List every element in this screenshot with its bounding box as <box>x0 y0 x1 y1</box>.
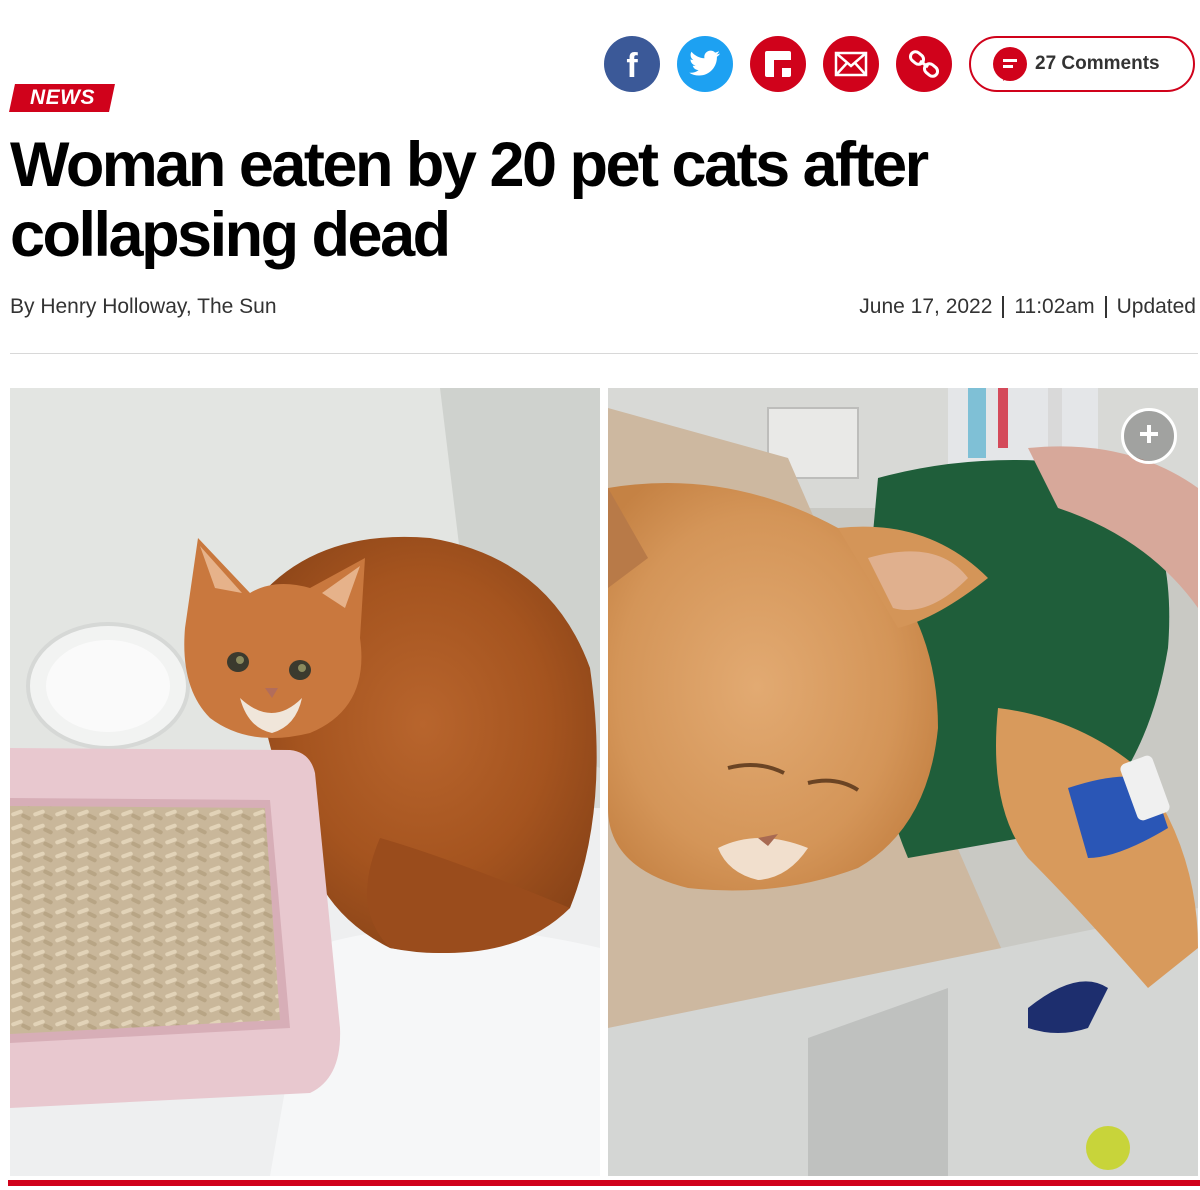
section-tag-label: NEWS <box>29 86 95 109</box>
flipboard-icon <box>763 49 793 79</box>
article-photo-cat-litter-box[interactable] <box>10 388 600 1176</box>
headline-line-2: collapsing dead <box>10 200 451 270</box>
share-email-button[interactable] <box>823 36 879 92</box>
expand-image-button[interactable] <box>1121 408 1177 464</box>
svg-text:f: f <box>626 47 638 85</box>
publish-time: 11:02am <box>1014 295 1095 318</box>
twitter-icon <box>689 50 721 78</box>
email-icon <box>834 51 868 77</box>
article-photo-cat-at-vet[interactable] <box>608 388 1198 1176</box>
headline: Woman eaten by 20 pet cats after collaps… <box>10 130 1110 270</box>
plus-icon <box>1138 423 1160 450</box>
share-bar: f 27 Comments <box>604 36 1195 92</box>
comments-count: 27 Comments <box>1035 53 1160 74</box>
headline-line-1: Woman eaten by 20 pet cats after <box>10 130 929 200</box>
comment-bubble-icon <box>993 47 1027 81</box>
byline: By Henry Holloway, The Sun <box>10 295 277 318</box>
updated-label: Updated <box>1116 295 1196 318</box>
bottom-accent-bar <box>8 1180 1200 1186</box>
share-link-button[interactable] <box>896 36 952 92</box>
separator <box>1002 296 1005 318</box>
publish-date: June 17, 2022 <box>859 295 993 318</box>
section-tag[interactable]: NEWS <box>9 84 115 112</box>
facebook-icon: f <box>604 36 660 92</box>
share-flipboard-button[interactable] <box>750 36 806 92</box>
header-divider <box>10 353 1198 354</box>
comments-button[interactable]: 27 Comments <box>969 36 1195 92</box>
share-twitter-button[interactable] <box>677 36 733 92</box>
separator <box>1104 296 1107 318</box>
dateline: June 17, 2022 11:02am Updated <box>859 295 1196 319</box>
link-icon <box>907 47 941 81</box>
share-facebook-button[interactable]: f <box>604 36 660 92</box>
